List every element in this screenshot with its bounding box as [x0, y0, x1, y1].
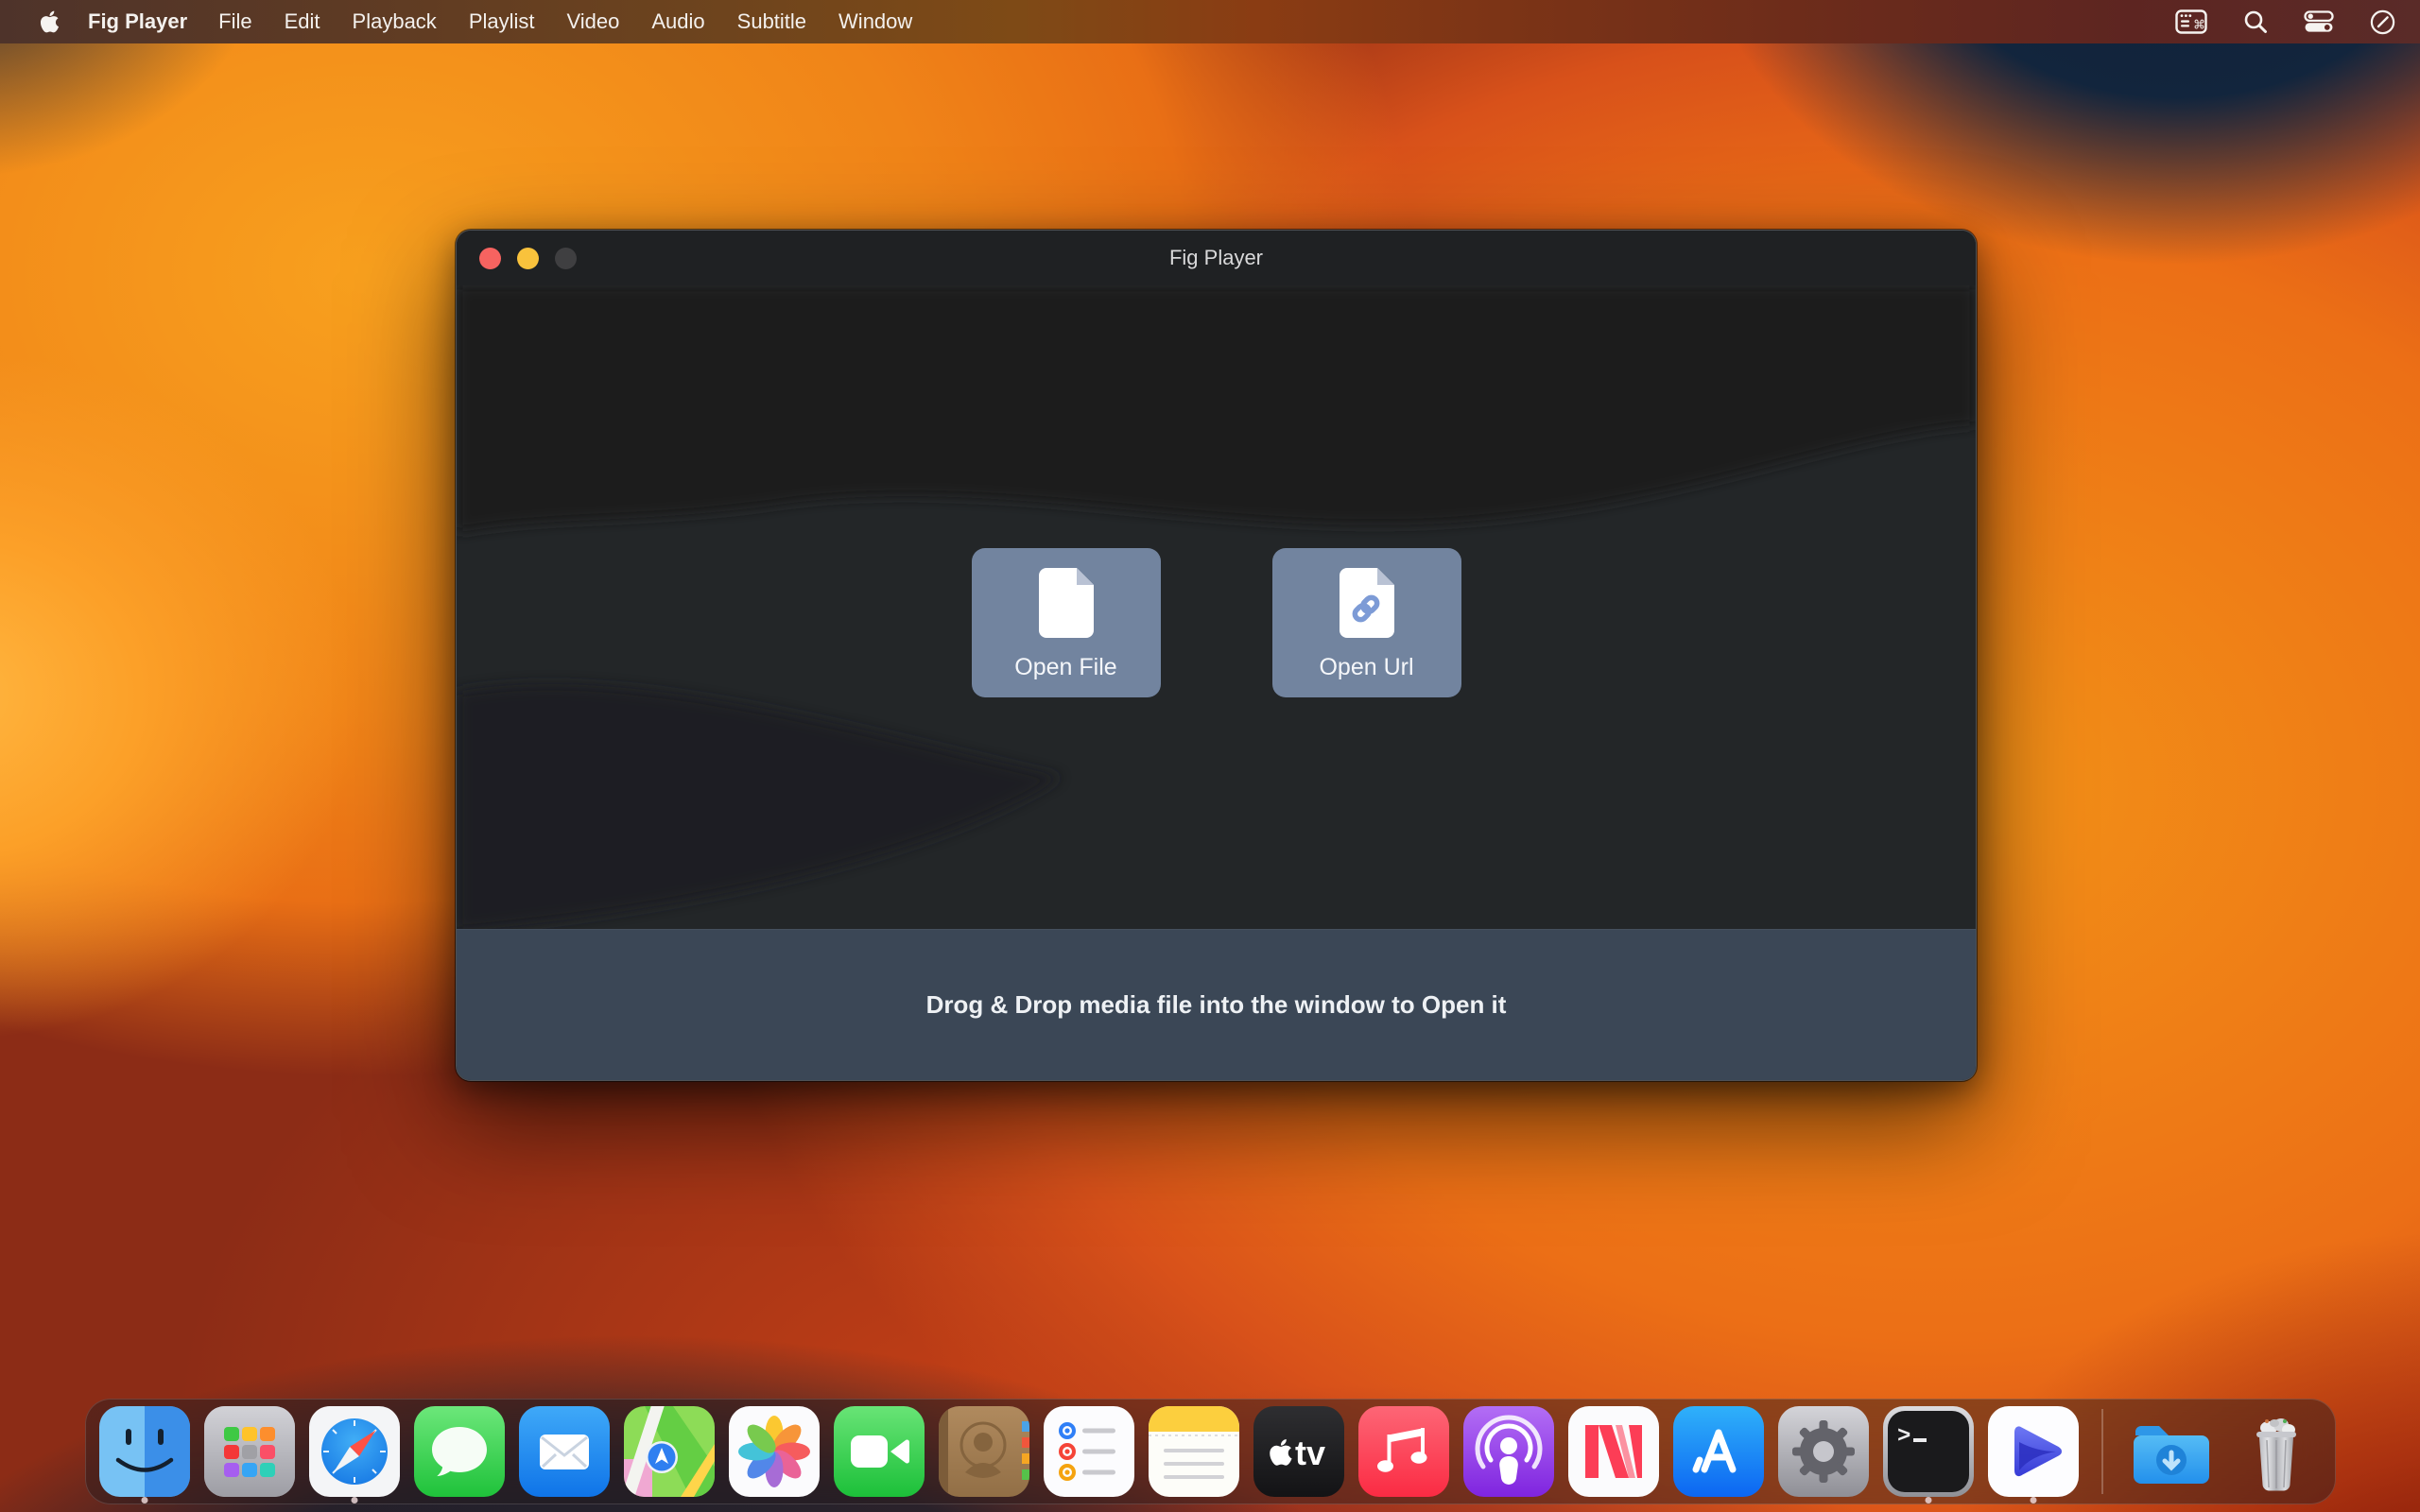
menu-audio[interactable]: Audio [635, 0, 720, 43]
dock-item-mail[interactable] [519, 1406, 610, 1497]
dock-item-fig-player[interactable] [1988, 1406, 2079, 1497]
dock-item-notes[interactable] [1149, 1406, 1239, 1497]
dock-item-maps[interactable] [624, 1406, 715, 1497]
open-file-button[interactable]: Open File [972, 548, 1161, 697]
dock-item-apple-tv[interactable]: tv [1253, 1406, 1344, 1497]
window-content: Open File Open Url [457, 285, 1976, 929]
launchpad-icon [204, 1406, 295, 1497]
dock-item-photos[interactable] [729, 1406, 820, 1497]
running-indicator [351, 1497, 357, 1503]
notes-icon [1149, 1406, 1239, 1497]
window-title: Fig Player [457, 231, 1976, 285]
terminal-icon: > [1883, 1406, 1974, 1497]
music-icon [1358, 1406, 1449, 1497]
apple-tv-icon: tv [1253, 1406, 1344, 1497]
dock-item-terminal[interactable]: > [1883, 1406, 1974, 1497]
dock-item-app-store[interactable] [1673, 1406, 1764, 1497]
keyboard-input-icon[interactable]: ⌘ [2175, 9, 2207, 34]
messages-icon [414, 1406, 505, 1497]
reminders-icon [1044, 1406, 1134, 1497]
running-indicator [1925, 1497, 1931, 1503]
dock-item-news[interactable] [1568, 1406, 1659, 1497]
dock-item-reminders[interactable] [1044, 1406, 1134, 1497]
dock-item-safari[interactable] [309, 1406, 400, 1497]
apple-icon [40, 9, 60, 34]
menu-file[interactable]: File [202, 0, 268, 43]
downloads-folder-icon [2126, 1406, 2217, 1497]
app-store-icon [1673, 1406, 1764, 1497]
dock-panel: tv [85, 1399, 2336, 1504]
clock-icon[interactable] [2370, 9, 2395, 35]
menu-edit[interactable]: Edit [268, 0, 337, 43]
zoom-button-disabled[interactable] [555, 248, 577, 269]
mail-icon [519, 1406, 610, 1497]
maps-icon [624, 1406, 715, 1497]
traffic-lights [479, 248, 577, 269]
open-actions: Open File Open Url [972, 548, 1461, 697]
menu-subtitle[interactable]: Subtitle [721, 0, 822, 43]
svg-text:>: > [1897, 1424, 1910, 1450]
safari-icon [309, 1406, 400, 1497]
apple-menu[interactable] [40, 9, 60, 34]
dock-item-downloads[interactable] [2126, 1406, 2217, 1497]
running-indicator [141, 1497, 147, 1503]
menu-app-name[interactable]: Fig Player [73, 0, 202, 43]
menu-bar: Fig Player File Edit Playback Playlist V… [0, 0, 2420, 43]
finder-icon [99, 1406, 190, 1497]
dock-item-music[interactable] [1358, 1406, 1449, 1497]
running-indicator [2030, 1497, 2036, 1503]
dock-item-facetime[interactable] [834, 1406, 925, 1497]
dock-item-trash[interactable] [2231, 1406, 2322, 1497]
dock-separator [2101, 1409, 2103, 1494]
control-center-icon[interactable] [2304, 10, 2334, 33]
desktop-wallpaper: Fig Player File Edit Playback Playlist V… [0, 0, 2420, 1512]
open-url-label: Open Url [1319, 654, 1413, 681]
document-icon [1036, 565, 1097, 639]
drag-drop-hint: Drog & Drop media file into the window t… [926, 990, 1507, 1020]
window-titlebar[interactable]: Fig Player [457, 231, 1976, 285]
menu-list: Fig Player File Edit Playback Playlist V… [60, 0, 928, 43]
menu-video[interactable]: Video [551, 0, 636, 43]
minimize-button[interactable] [517, 248, 539, 269]
photos-icon [729, 1406, 820, 1497]
menu-window[interactable]: Window [822, 0, 928, 43]
svg-text:tv: tv [1295, 1434, 1325, 1472]
facetime-icon [834, 1406, 925, 1497]
open-url-button[interactable]: Open Url [1272, 548, 1461, 697]
news-icon [1568, 1406, 1659, 1497]
trash-icon [2231, 1406, 2322, 1497]
menu-playback[interactable]: Playback [337, 0, 453, 43]
fig-player-window: Fig Player Open File [456, 230, 1977, 1081]
dock: tv [0, 1399, 2420, 1504]
dock-item-contacts[interactable] [939, 1406, 1029, 1497]
dock-item-finder[interactable] [99, 1406, 190, 1497]
close-button[interactable] [479, 248, 501, 269]
fig-player-icon [1988, 1406, 2079, 1497]
open-file-label: Open File [1014, 654, 1116, 681]
dock-item-messages[interactable] [414, 1406, 505, 1497]
svg-text:⌘: ⌘ [2193, 19, 2205, 33]
window-footer: Drog & Drop media file into the window t… [457, 929, 1976, 1080]
menu-playlist[interactable]: Playlist [453, 0, 551, 43]
system-settings-icon [1778, 1406, 1869, 1497]
dock-item-system-settings[interactable] [1778, 1406, 1869, 1497]
search-icon[interactable] [2243, 9, 2268, 34]
contacts-icon [939, 1406, 1029, 1497]
podcasts-icon [1463, 1406, 1554, 1497]
document-link-icon [1337, 565, 1397, 639]
dock-item-podcasts[interactable] [1463, 1406, 1554, 1497]
menu-bar-status-area: ⌘ [2175, 9, 2395, 35]
dock-item-launchpad[interactable] [204, 1406, 295, 1497]
